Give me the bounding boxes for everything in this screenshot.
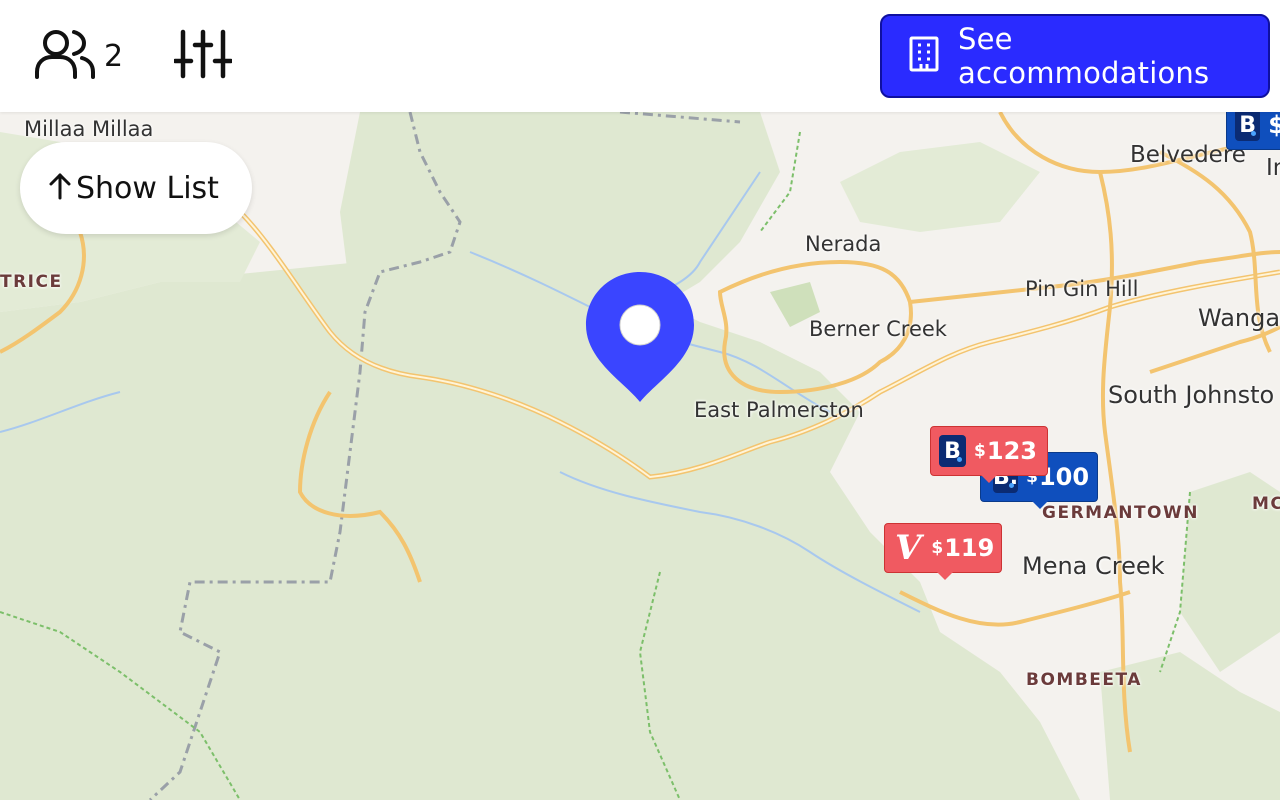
price-amount: $ (1268, 112, 1280, 139)
currency-symbol: $ (931, 538, 944, 558)
price-marker[interactable]: V $119 (884, 523, 1002, 580)
place-label: Pin Gin Hill (1025, 277, 1139, 301)
currency-symbol: $ (974, 441, 986, 461)
price-marker[interactable]: B $ (1226, 112, 1280, 150)
see-accommodations-label: See accommodations (958, 22, 1210, 90)
sliders-icon (172, 28, 234, 85)
users-icon (34, 28, 96, 85)
booking-logo-icon: B (939, 435, 967, 467)
place-label: East Palmerston (694, 398, 864, 422)
price-marker[interactable]: B $123 (930, 426, 1048, 483)
vrbo-logo-icon: V (895, 528, 922, 568)
building-icon (908, 36, 940, 77)
place-label: Mena Creek (1022, 552, 1165, 580)
filters-button[interactable] (172, 28, 234, 85)
arrow-up-icon (48, 172, 72, 205)
place-label: Wanga (1198, 304, 1280, 332)
place-label: In (1266, 155, 1280, 181)
place-label: TRICE (0, 272, 63, 292)
show-list-label: Show List (76, 170, 219, 206)
place-label: GERMANTOWN (1042, 503, 1199, 523)
place-label: Millaa Millaa (24, 117, 154, 141)
guests-count: 2 (104, 38, 124, 74)
place-label: BOMBEETA (1026, 670, 1142, 690)
guests-button[interactable]: 2 (34, 28, 124, 85)
place-label: South Johnsto (1108, 381, 1275, 409)
map-pin-icon[interactable] (584, 270, 696, 404)
booking-logo-icon: B (1235, 112, 1261, 141)
see-accommodations-button[interactable]: See accommodations (880, 14, 1270, 98)
place-label: Berner Creek (809, 317, 947, 341)
price-amount: 119 (944, 534, 995, 562)
place-label: MC (1252, 494, 1280, 514)
top-bar: 2 See accommodations (0, 0, 1280, 112)
map[interactable]: Millaa Millaa TRICE Nerada Pin Gin Hill … (0, 112, 1280, 800)
place-label: Nerada (805, 232, 882, 256)
price-amount: 123 (986, 437, 1037, 465)
show-list-button[interactable]: Show List (20, 142, 252, 234)
